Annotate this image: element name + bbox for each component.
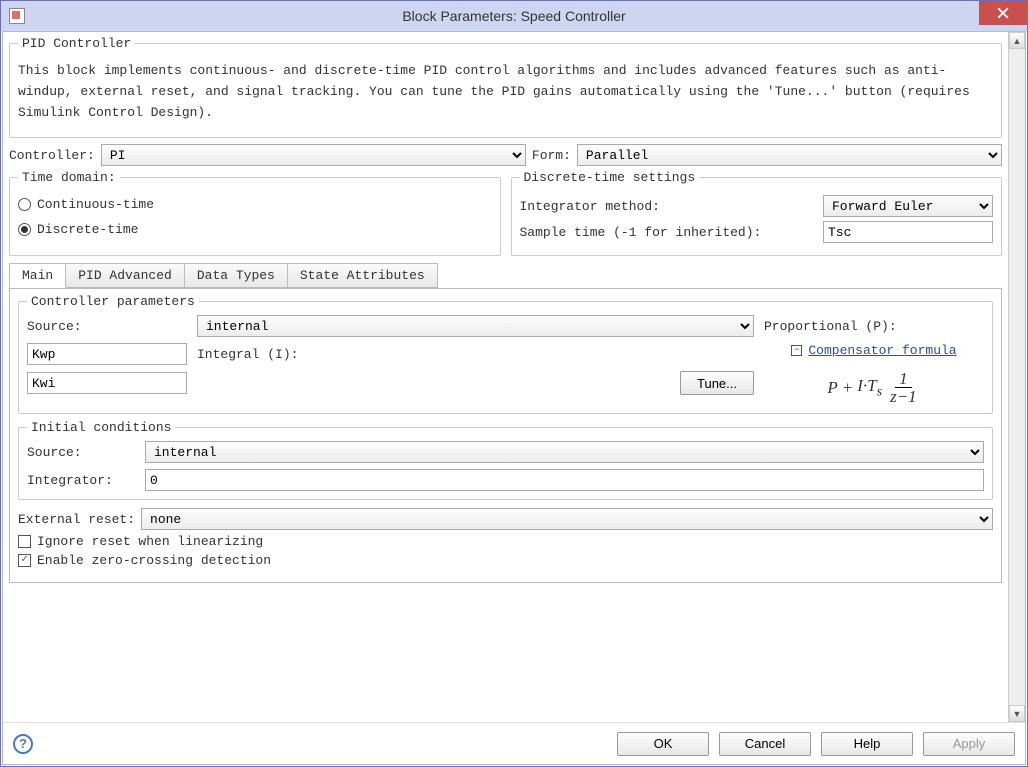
titlebar[interactable]: Block Parameters: Speed Controller [1,1,1027,31]
close-icon [997,7,1009,19]
time-domain-legend: Time domain: [18,170,120,185]
titlebar-title: Block Parameters: Speed Controller [402,8,625,24]
radio-icon [18,198,31,211]
tab-main[interactable]: Main [9,263,66,288]
integral-input[interactable] [27,372,187,394]
initial-conditions-legend: Initial conditions [27,420,175,435]
integrator-method-select[interactable]: Forward Euler [823,195,993,217]
external-reset-select[interactable]: none [141,508,993,530]
checkbox-icon [18,535,31,548]
tab-data-types[interactable]: Data Types [184,263,288,288]
sample-time-row: Sample time (-1 for inherited): [520,221,994,243]
integrator-method-row: Integrator method: Forward Euler [520,195,994,217]
scroll-down-button[interactable]: ▼ [1009,705,1025,722]
client-area: PID Controller This block implements con… [2,31,1026,765]
zero-crossing-row[interactable]: Enable zero-crossing detection [18,553,993,568]
ignore-reset-row[interactable]: Ignore reset when linearizing [18,534,993,549]
scroll-up-button[interactable]: ▲ [1009,32,1025,49]
tabs: Main PID Advanced Data Types State Attri… [9,263,1002,289]
external-reset-row: External reset: none [18,508,993,530]
ok-button[interactable]: OK [617,732,709,756]
sample-time-label: Sample time (-1 for inherited): [520,225,818,240]
ignore-reset-label: Ignore reset when linearizing [37,534,263,549]
compensator-link[interactable]: Compensator formula [808,343,956,358]
footer: ? OK Cancel Help Apply [3,722,1025,764]
cancel-button[interactable]: Cancel [719,732,811,756]
app-icon [9,8,25,24]
dialog-window: Block Parameters: Speed Controller PID C… [0,0,1028,767]
form-label: Form: [532,148,571,163]
tab-main-body: Controller parameters Source: internal −… [9,288,1002,583]
zero-crossing-label: Enable zero-crossing detection [37,553,271,568]
controller-params-legend: Controller parameters [27,294,199,309]
help-icon[interactable]: ? [13,734,33,754]
radio-icon [18,223,31,236]
help-button[interactable]: Help [821,732,913,756]
compensator-formula: P+I·Ts 1z−1 [827,370,920,405]
discrete-settings-legend: Discrete-time settings [520,170,700,185]
pid-description-legend: PID Controller [18,36,135,51]
minus-icon: − [791,345,802,356]
compensator-toggle[interactable]: − Compensator formula [791,343,956,358]
controller-params-group: Controller parameters Source: internal −… [18,294,993,414]
controller-params-grid: Source: internal − Compensator formula P… [27,315,984,405]
ic-integrator-label: Integrator: [27,473,137,488]
source-select[interactable]: internal [197,315,754,337]
content-area: PID Controller This block implements con… [3,32,1025,722]
discrete-time-label: Discrete-time [37,222,138,237]
pid-description-group: PID Controller This block implements con… [9,36,1002,138]
form-select[interactable]: Parallel [577,144,1002,166]
initial-conditions-grid: Source: internal Integrator: [27,441,984,491]
discrete-settings-group: Discrete-time settings Integrator method… [511,170,1003,256]
continuous-time-option[interactable]: Continuous-time [18,197,492,212]
controller-label: Controller: [9,148,95,163]
controller-select[interactable]: PI [101,144,526,166]
proportional-input[interactable] [27,343,187,365]
compensator-formula-box: − Compensator formula P+I·Ts 1z−1 [764,343,984,405]
initial-conditions-group: Initial conditions Source: internal Inte… [18,420,993,500]
tune-button[interactable]: Tune... [680,371,754,395]
sample-time-input[interactable] [823,221,993,243]
discrete-time-option[interactable]: Discrete-time [18,222,492,237]
ic-source-select[interactable]: internal [145,441,984,463]
tune-row: Tune... [197,371,754,395]
scroll-panel: PID Controller This block implements con… [3,32,1008,722]
external-reset-label: External reset: [18,512,135,527]
time-domain-group: Time domain: Continuous-time Discrete-ti… [9,170,501,256]
integral-label: Integral (I): [197,347,754,362]
pid-description-text: This block implements continuous- and di… [18,61,993,123]
tab-state-attributes[interactable]: State Attributes [287,263,438,288]
ic-source-label: Source: [27,445,137,460]
time-discrete-row: Time domain: Continuous-time Discrete-ti… [9,170,1002,262]
integrator-method-label: Integrator method: [520,199,818,214]
source-label: Source: [27,319,187,334]
proportional-label: Proportional (P): [764,319,984,334]
checkbox-icon [18,554,31,567]
ic-integrator-input[interactable] [145,469,984,491]
apply-button[interactable]: Apply [923,732,1015,756]
vertical-scrollbar[interactable]: ▲ ▼ [1008,32,1025,722]
tab-pid-advanced[interactable]: PID Advanced [65,263,185,288]
continuous-time-label: Continuous-time [37,197,154,212]
controller-form-row: Controller: PI Form: Parallel [9,144,1002,166]
close-button[interactable] [979,1,1027,25]
